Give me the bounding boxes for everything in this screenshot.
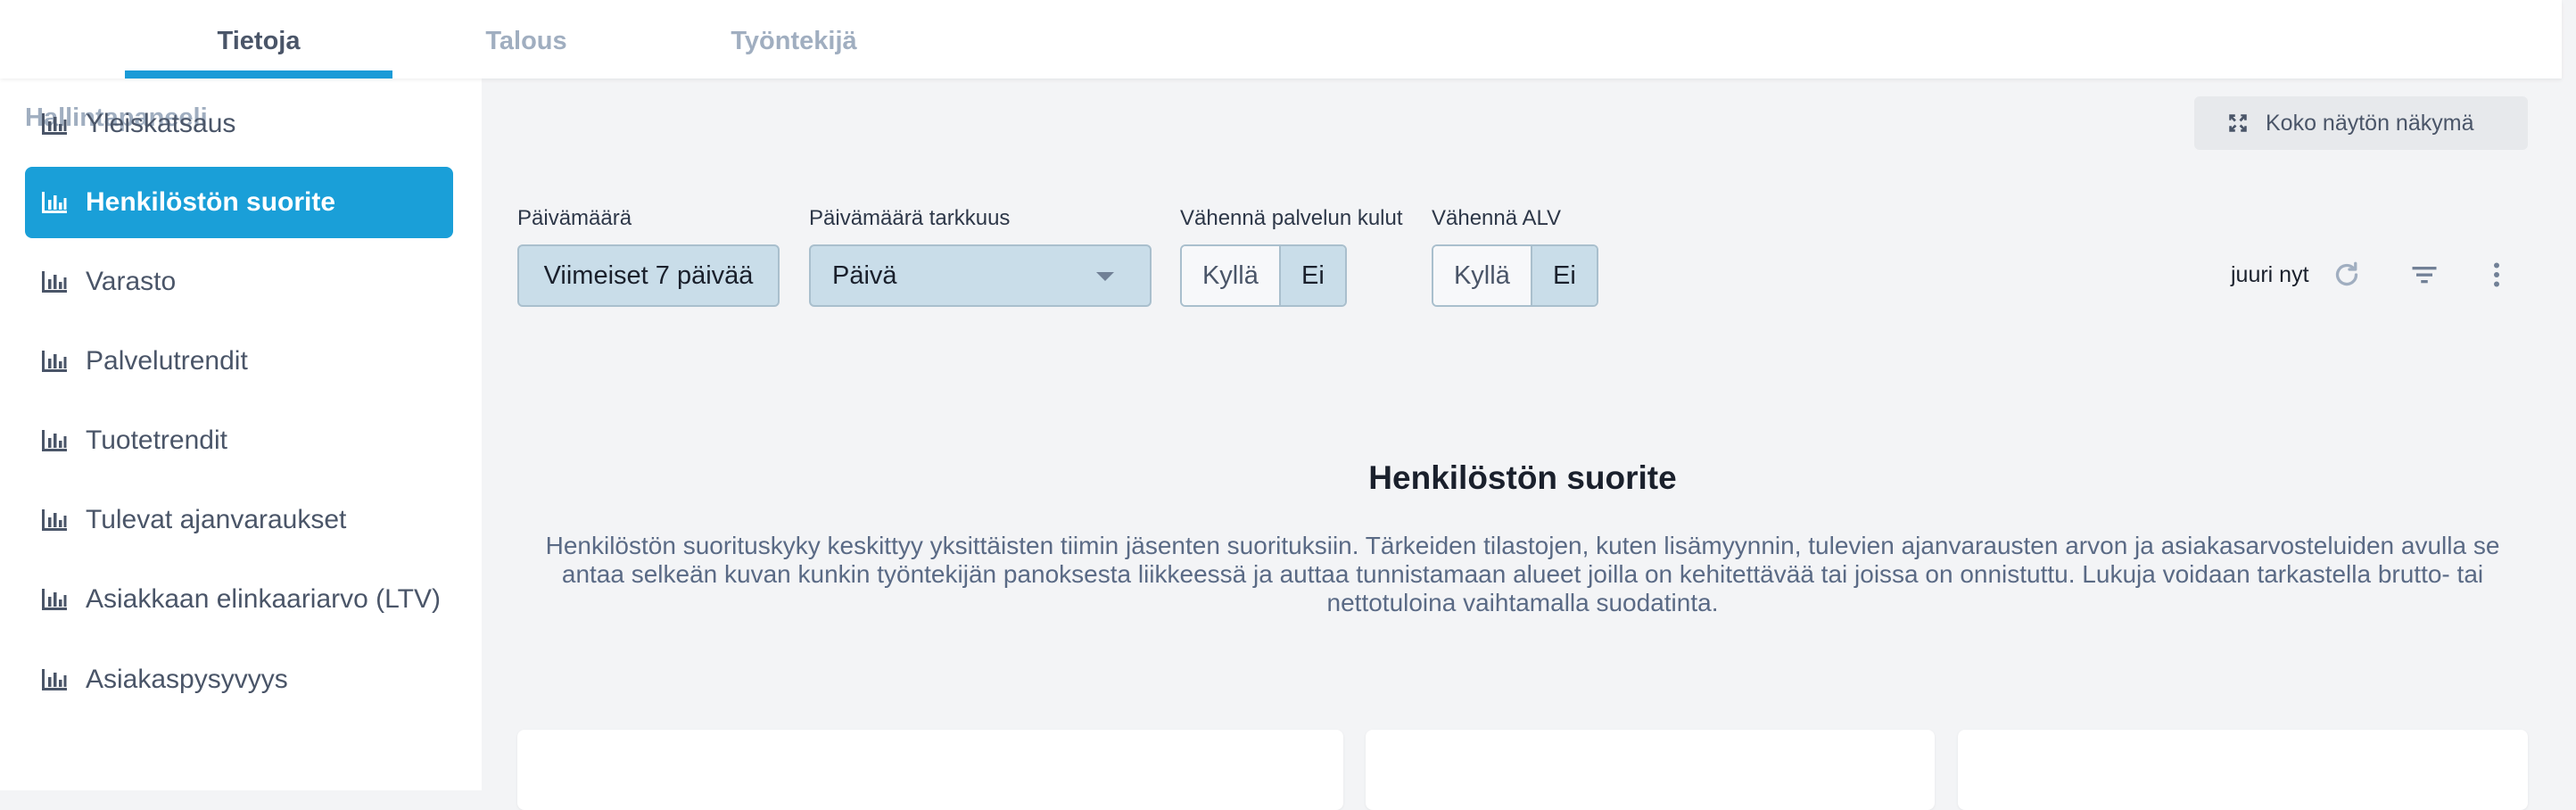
vat-yes-option[interactable]: Kyllä (1433, 246, 1531, 305)
sidebar-item-label: Yleiskatsaus (86, 109, 236, 138)
date-filter-label: Päivämäärä (517, 206, 632, 230)
date-precision-select[interactable]: Päivä (809, 244, 1152, 307)
tab-talous[interactable]: Talous (392, 0, 660, 79)
sidebar-item-asiakkaan-elinkaariarvo-ltv[interactable]: Asiakkaan elinkaariarvo (LTV) (25, 564, 453, 635)
bar-chart-icon (42, 192, 67, 213)
vat-no-option[interactable]: Ei (1530, 246, 1597, 305)
filter-icon[interactable] (2408, 259, 2440, 291)
service-costs-yes-option[interactable]: Kyllä (1182, 246, 1279, 305)
metric-card (517, 730, 1343, 810)
bar-chart-icon (42, 351, 67, 372)
sidebar-item-yleiskatsaus[interactable]: Yleiskatsaus (25, 88, 453, 160)
page-description: Henkilöstön suorituskyky keskittyy yksit… (545, 532, 2500, 616)
sidebar-item-label: Henkilöstön suorite (86, 187, 336, 217)
bar-chart-icon (42, 113, 67, 135)
page-title: Henkilöstön suorite (1368, 459, 1677, 496)
bar-chart-icon (42, 669, 67, 690)
sidebar-item-palvelutrendit[interactable]: Palvelutrendit (25, 326, 453, 397)
more-options-icon[interactable] (2481, 259, 2513, 291)
service-costs-toggle: Kyllä Ei (1180, 244, 1347, 307)
caret-down-icon (1096, 272, 1114, 281)
sidebar-item-henkiloston-suorite[interactable]: Henkilöstön suorite (25, 167, 453, 238)
top-tab-bar: Tietoja Talous Työntekijä (0, 0, 2562, 79)
tab-tietoja[interactable]: Tietoja (125, 0, 392, 79)
sidebar-item-asiakaspysyvyys[interactable]: Asiakaspysyvyys (25, 644, 453, 715)
metric-card (1366, 730, 1935, 810)
last-updated-text: juuri nyt (2231, 262, 2309, 287)
service-costs-no-option[interactable]: Ei (1278, 246, 1345, 305)
sidebar-item-tuotetrendit[interactable]: Tuotetrendit (25, 405, 453, 476)
fullscreen-label: Koko näytön näkymä (2266, 111, 2474, 136)
metric-card (1958, 730, 2528, 810)
sidebar-item-tulevat-ajanvaraukset[interactable]: Tulevat ajanvaraukset (25, 484, 453, 556)
bar-chart-icon (42, 271, 67, 293)
tab-tyontekija[interactable]: Työntekijä (660, 0, 928, 79)
sidebar-item-label: Tulevat ajanvaraukset (86, 505, 347, 534)
date-precision-value: Päivä (832, 261, 897, 290)
bar-chart-icon (42, 589, 67, 610)
sidebar-item-label: Varasto (86, 267, 177, 296)
bar-chart-icon (42, 430, 67, 451)
sidebar-item-varasto[interactable]: Varasto (25, 246, 453, 318)
service-costs-filter-label: Vähennä palvelun kulut (1180, 206, 1403, 230)
sidebar-item-label: Asiakaspysyvyys (86, 665, 288, 694)
vat-filter-label: Vähennä ALV (1432, 206, 1562, 230)
bar-chart-icon (42, 509, 67, 531)
expand-icon (2229, 114, 2247, 132)
sidebar-item-label: Asiakkaan elinkaariarvo (LTV) (86, 584, 441, 614)
date-range-button[interactable]: Viimeiset 7 päivää (517, 244, 780, 307)
precision-filter-label: Päivämäärä tarkkuus (809, 206, 1011, 230)
vat-toggle: Kyllä Ei (1432, 244, 1598, 307)
sidebar-item-label: Tuotetrendit (86, 426, 227, 455)
sidebar-item-label: Palvelutrendit (86, 346, 248, 376)
fullscreen-button[interactable]: Koko näytön näkymä (2194, 96, 2528, 150)
refresh-icon[interactable] (2331, 259, 2363, 291)
sidebar: Hallintapaneeli Yleiskatsaus Henkilöstön … (0, 79, 482, 790)
